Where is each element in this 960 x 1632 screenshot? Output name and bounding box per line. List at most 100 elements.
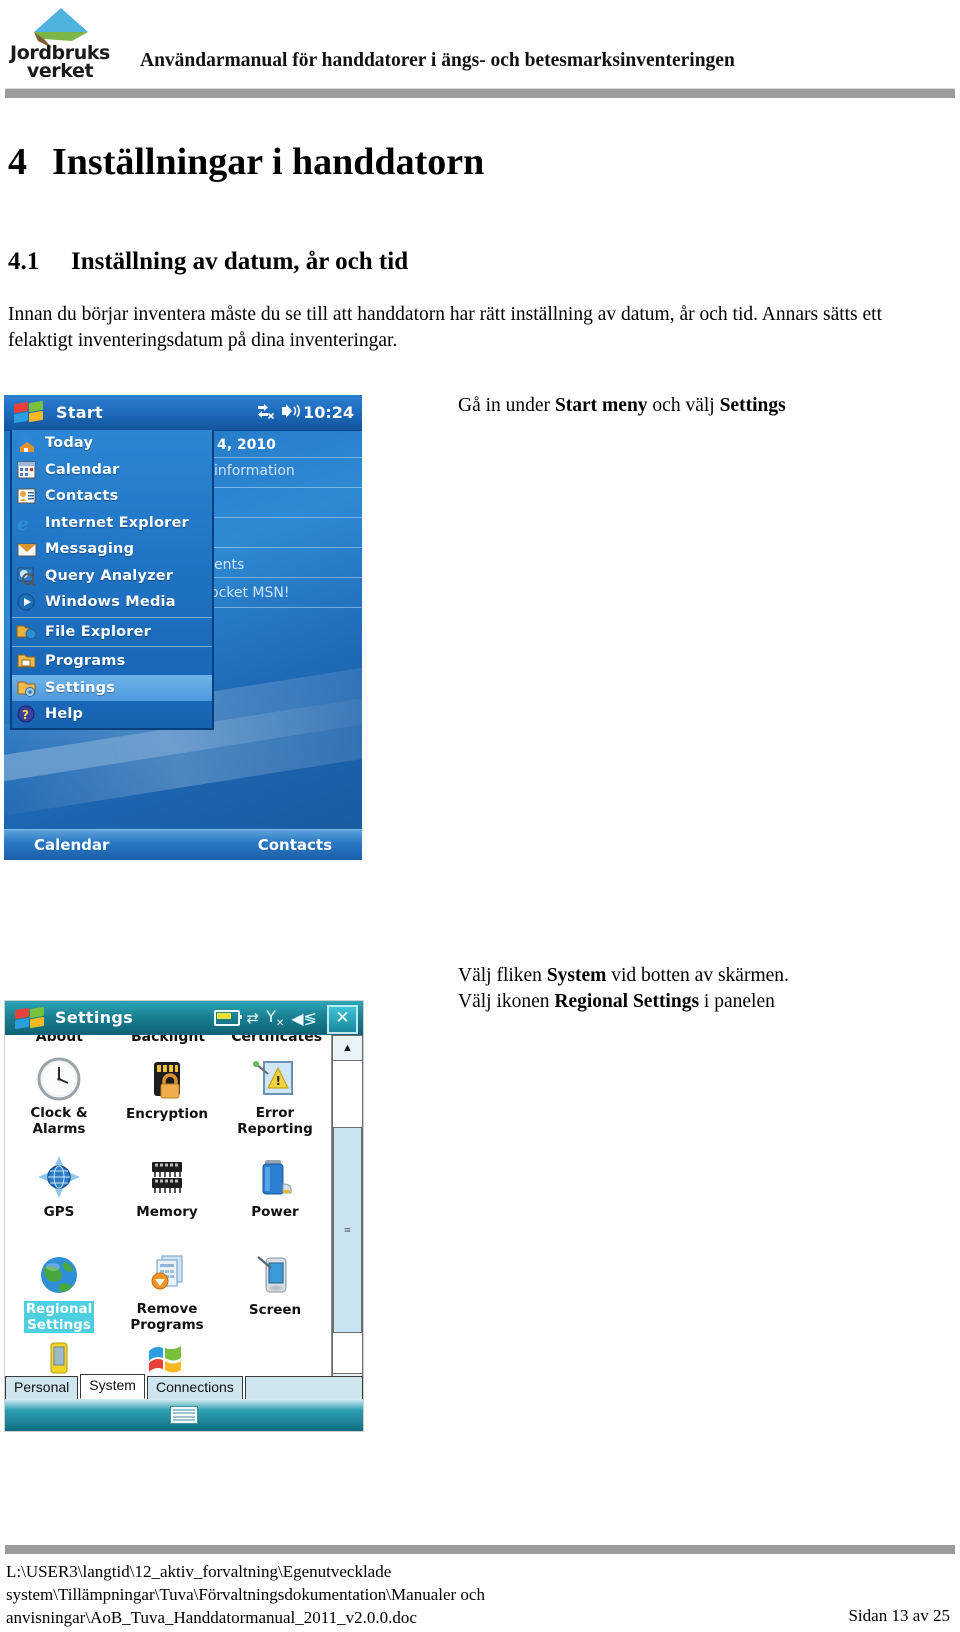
status-icon-group bbox=[256, 403, 301, 423]
jordbruksverket-logo: Jordbruks verket bbox=[8, 8, 110, 86]
start-menu-item-query-analyzer[interactable]: Query Analyzer bbox=[12, 563, 212, 590]
clock-icon bbox=[5, 1053, 113, 1105]
tab-personal[interactable]: Personal bbox=[5, 1376, 79, 1399]
h1-text: Inställningar i handdatorn bbox=[52, 141, 485, 183]
annotation-1-bold: Start meny bbox=[554, 395, 648, 416]
remove-programs-icon bbox=[113, 1249, 221, 1301]
softkey-right[interactable]: Contacts bbox=[258, 836, 332, 854]
today-row-divider bbox=[210, 577, 362, 578]
connectivity-icon: ⇄ bbox=[246, 1009, 260, 1027]
settings-item-clipped-device[interactable] bbox=[5, 1342, 113, 1377]
today-date: 4, 2010 bbox=[217, 437, 276, 453]
scroll-thumb[interactable]: ≡ bbox=[333, 1127, 362, 1333]
keyboard-icon[interactable] bbox=[170, 1406, 198, 1424]
close-icon[interactable]: ✕ bbox=[327, 1005, 358, 1034]
annotation-3-pre: Välj ikonen bbox=[458, 991, 555, 1012]
screen-stylus-icon bbox=[221, 1249, 329, 1301]
start-menu-label: Help bbox=[45, 706, 84, 723]
error-reporting-icon: ! bbox=[221, 1053, 329, 1105]
tab-connections[interactable]: Connections bbox=[146, 1376, 243, 1399]
start-menu-label: Query Analyzer bbox=[45, 567, 174, 584]
annotation-2-pre: Välj fliken bbox=[458, 965, 547, 986]
start-menu-item-calendar[interactable]: Calendar bbox=[12, 457, 212, 484]
start-menu-item-messaging[interactable]: Messaging bbox=[12, 536, 212, 563]
logo-wordmark: Jordbruks verket bbox=[10, 44, 110, 81]
start-titlebar: Start 10:24 bbox=[4, 395, 362, 431]
start-menu-item-today[interactable]: Today bbox=[12, 430, 212, 457]
file-explorer-icon bbox=[16, 622, 38, 642]
start-menu-item-windows-media[interactable]: Windows Media bbox=[12, 589, 212, 616]
settings-item-error-reporting[interactable]: ! Error Reporting bbox=[221, 1049, 329, 1147]
settings-item-clock-alarms[interactable]: Clock & Alarms bbox=[5, 1049, 113, 1147]
footer-path-line-1: L:\USER3\langtid\12_aktiv_forvaltning\Eg… bbox=[6, 1562, 392, 1581]
settings-item-clipped-windows[interactable] bbox=[113, 1343, 221, 1377]
settings-soft-input-bar bbox=[5, 1399, 363, 1431]
today-row-3: ocket MSN! bbox=[210, 585, 290, 601]
settings-item-regional-settings[interactable]: Regional Settings bbox=[5, 1245, 113, 1343]
clock-label: 10:24 bbox=[303, 403, 354, 422]
settings-item-encryption[interactable]: Encryption bbox=[113, 1049, 221, 1147]
regional-settings-globe-icon bbox=[5, 1249, 113, 1301]
softkey-left[interactable]: Calendar bbox=[34, 836, 109, 854]
settings-title-label: Settings bbox=[55, 1008, 133, 1027]
settings-item-gps[interactable]: GPS bbox=[5, 1147, 113, 1245]
battery-icon bbox=[213, 1010, 242, 1026]
start-menu-label: Messaging bbox=[45, 541, 135, 558]
settings-grid: Clock & Alarms Encryption ! Error Report… bbox=[5, 1049, 331, 1377]
windows-flag-icon[interactable] bbox=[15, 1006, 47, 1030]
header-divider bbox=[5, 88, 955, 98]
h2-number: 4.1 bbox=[8, 248, 40, 275]
status-icons-svg bbox=[258, 404, 301, 420]
settings-item-label: Encryption bbox=[126, 1106, 208, 1122]
start-menu-label: Windows Media bbox=[45, 594, 176, 611]
battery-power-icon bbox=[221, 1151, 329, 1203]
start-softkey-bar: Calendar Contacts bbox=[4, 829, 362, 860]
settings-scrollbar[interactable]: ▲ ≡ ▼ bbox=[331, 1035, 363, 1399]
tab-system[interactable]: System bbox=[80, 1374, 145, 1399]
start-menu-item-file-explorer[interactable]: File Explorer bbox=[12, 619, 212, 646]
screenshot-settings: Settings ⇄ Y✕ ◀≶ ✕ About Backlight Certi… bbox=[4, 1000, 364, 1432]
start-menu-item-help[interactable]: ? Help bbox=[12, 701, 212, 728]
annotation-3-bold: Regional Settings bbox=[554, 991, 700, 1012]
screenshot-start-menu: 4, 2010 information ents ocket MSN! Star… bbox=[4, 395, 362, 860]
today-row-1: information bbox=[214, 463, 295, 479]
start-menu-item-programs[interactable]: Programs bbox=[12, 648, 212, 675]
help-icon: ? bbox=[16, 704, 38, 724]
scroll-track[interactable]: ≡ bbox=[332, 1061, 363, 1373]
start-menu-item-contacts[interactable]: Contacts bbox=[12, 483, 212, 510]
signal-off-icon: Y✕ bbox=[266, 1006, 285, 1030]
scroll-up-button[interactable]: ▲ bbox=[332, 1035, 363, 1061]
settings-item-power[interactable]: Power bbox=[221, 1147, 329, 1245]
handheld-device-icon bbox=[5, 1342, 113, 1374]
start-menu-item-internet-explorer[interactable]: e Internet Explorer bbox=[12, 510, 212, 537]
start-menu-separator bbox=[12, 646, 212, 647]
clipped-label-about[interactable]: About bbox=[5, 1035, 114, 1047]
today-row-divider bbox=[210, 487, 362, 488]
section-title: 4.1 Inställning av datum, år och tid bbox=[8, 248, 808, 276]
settings-item-label: Memory bbox=[136, 1204, 198, 1220]
settings-status-icons: ⇄ Y✕ ◀≶ bbox=[213, 1006, 317, 1030]
footer-divider bbox=[5, 1545, 955, 1554]
settings-item-remove-programs[interactable]: Remove Programs bbox=[113, 1245, 221, 1343]
memory-chip-icon bbox=[113, 1151, 221, 1203]
settings-item-label: Clock & Alarms bbox=[30, 1105, 88, 1137]
clipped-label-certificates[interactable]: Certificates bbox=[222, 1035, 331, 1047]
clipped-label-backlight[interactable]: Backlight bbox=[114, 1035, 223, 1047]
settings-item-label: Regional Settings bbox=[23, 1301, 95, 1333]
settings-item-screen[interactable]: Screen bbox=[221, 1245, 329, 1343]
calendar-icon bbox=[16, 460, 38, 480]
footer-page-number: Sidan 13 av 25 bbox=[848, 1606, 950, 1625]
start-menu-item-settings[interactable]: Settings bbox=[12, 674, 212, 701]
start-button-label[interactable]: Start bbox=[56, 403, 103, 422]
windows-flag-icon[interactable] bbox=[14, 400, 46, 424]
svg-text:e: e bbox=[17, 513, 29, 533]
settings-item-label: Power bbox=[251, 1204, 299, 1220]
start-menu-label: Calendar bbox=[45, 461, 120, 478]
footer-path-line-2: system\Tillämpningar\Tuva\Förvaltningsdo… bbox=[6, 1585, 485, 1604]
start-menu-label: Internet Explorer bbox=[45, 514, 189, 531]
settings-item-memory[interactable]: Memory bbox=[113, 1147, 221, 1245]
page-header: Jordbruks verket Användarmanual för hand… bbox=[0, 0, 960, 98]
annotation-start-menu: Gå in under Start meny och välj Settings bbox=[458, 393, 928, 419]
start-menu-label: Contacts bbox=[45, 488, 119, 505]
start-menu-label: Settings bbox=[45, 679, 116, 696]
